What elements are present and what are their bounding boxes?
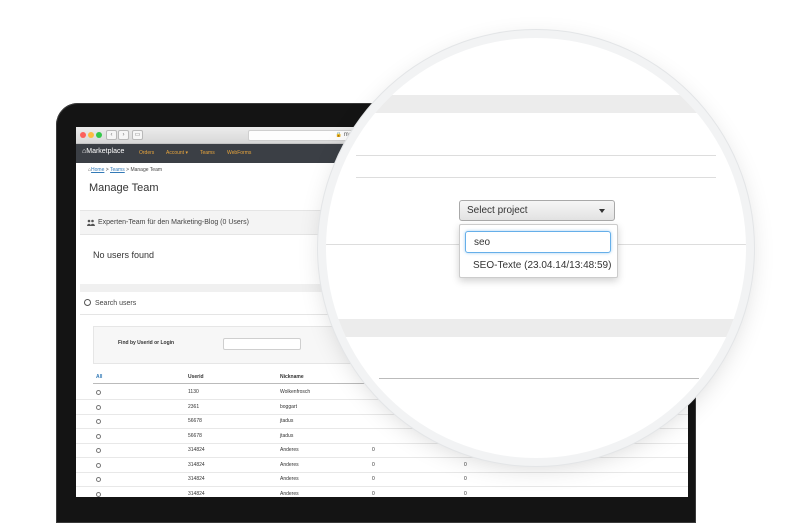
- cell-userid: 314824: [188, 461, 205, 468]
- cell-userid: 314824: [188, 476, 205, 482]
- search-icon: [84, 299, 91, 306]
- users-icon: [87, 219, 95, 226]
- select-project-button[interactable]: Select project: [459, 200, 615, 221]
- brand-label: Marketplace: [86, 148, 125, 155]
- column-userid: Userid: [188, 374, 204, 380]
- cell-userid: 314824: [188, 490, 205, 497]
- minimize-window-icon[interactable]: [88, 132, 94, 138]
- nav-teams[interactable]: Teams: [200, 150, 215, 156]
- breadcrumb: ⌂Home > Teams > Manage Team: [88, 167, 162, 173]
- cell-value: 0: [372, 476, 375, 482]
- cell-nickname: jtadus: [280, 418, 294, 424]
- cell-value: 0: [464, 461, 467, 468]
- cell-value: 0: [372, 490, 375, 497]
- brand-link[interactable]: ⌂Marketplace: [82, 148, 124, 155]
- divider: [356, 155, 716, 156]
- nav-account[interactable]: Account ▾: [166, 150, 188, 156]
- row-checkbox[interactable]: [96, 433, 101, 439]
- breadcrumb-separator: >: [105, 167, 109, 173]
- cell-value: 0: [464, 476, 467, 482]
- cell-userid: 56678: [188, 432, 202, 439]
- zoom-window-icon[interactable]: [96, 132, 102, 138]
- select-all-link[interactable]: All: [96, 374, 102, 380]
- table-row: 314824 Anderes 0 0: [76, 458, 688, 473]
- project-option[interactable]: SEO-Texte (23.04.14/13:48:59): [473, 260, 611, 271]
- cell-userid: 314824: [188, 447, 205, 453]
- breadcrumb-home[interactable]: Home: [91, 167, 104, 173]
- project-dropdown: SEO-Texte (23.04.14/13:48:59): [459, 224, 618, 278]
- close-window-icon[interactable]: [80, 132, 86, 138]
- column-nickname: Nickname: [280, 374, 304, 380]
- cell-nickname: Anderes: [280, 476, 299, 482]
- row-checkbox[interactable]: [96, 419, 101, 424]
- empty-message: No users found: [93, 250, 155, 260]
- chevron-down-icon: [599, 209, 605, 213]
- divider: [356, 177, 716, 178]
- row-checkbox[interactable]: [96, 404, 101, 410]
- cell-userid: 56678: [188, 418, 202, 424]
- breadcrumb-teams[interactable]: Teams: [110, 167, 125, 173]
- forward-icon[interactable]: ›: [118, 130, 129, 140]
- row-checkbox[interactable]: [96, 462, 101, 468]
- cell-value: 0: [372, 447, 375, 453]
- magnifier-overlay: Select project SEO-Texte (23.04.14/13:48…: [326, 38, 746, 458]
- find-user-input[interactable]: [223, 338, 301, 350]
- team-panel-title: Experten-Team für den Marketing-Blog (0 …: [98, 219, 249, 226]
- project-search-input[interactable]: [465, 231, 611, 253]
- cell-nickname: jtadus: [280, 432, 294, 439]
- search-filter-box: Find by Userid or Login: [93, 326, 365, 364]
- cell-nickname: Anderes: [280, 447, 299, 453]
- nav-orders[interactable]: Orders: [139, 150, 154, 156]
- page-title: Manage Team: [89, 182, 159, 194]
- breadcrumb-current: Manage Team: [130, 167, 163, 173]
- cell-value: 0: [464, 490, 467, 497]
- cell-value: 0: [372, 461, 375, 468]
- sidebar-toggle-icon[interactable]: ▭: [132, 130, 143, 140]
- divider: [379, 378, 699, 379]
- back-icon[interactable]: ‹: [106, 130, 117, 140]
- cell-nickname: Anderes: [280, 461, 299, 468]
- magnified-band: [326, 319, 746, 337]
- search-users-title: Search users: [95, 300, 137, 307]
- row-checkbox[interactable]: [96, 491, 101, 497]
- nav-webforms[interactable]: WebForms: [227, 150, 251, 156]
- search-users-heading: Search users: [84, 298, 136, 307]
- table-row: 314824 Anderes 0 0: [76, 472, 688, 487]
- cell-nickname: Anderes: [280, 490, 299, 497]
- find-by-label: Find by Userid or Login: [118, 340, 175, 346]
- cell-userid: 1130: [188, 389, 199, 395]
- row-checkbox[interactable]: [96, 390, 101, 395]
- row-checkbox[interactable]: [96, 477, 101, 482]
- breadcrumb-separator: >: [126, 167, 130, 173]
- row-checkbox[interactable]: [96, 448, 101, 453]
- cell-userid: 2361: [188, 403, 200, 410]
- cell-nickname: boggart: [280, 403, 297, 410]
- lock-icon: 🔒: [335, 132, 343, 138]
- select-project-label: Select project: [467, 205, 528, 216]
- magnified-band: [326, 95, 746, 113]
- cell-nickname: Wolkenfrosch: [280, 389, 311, 395]
- divider: [80, 314, 380, 315]
